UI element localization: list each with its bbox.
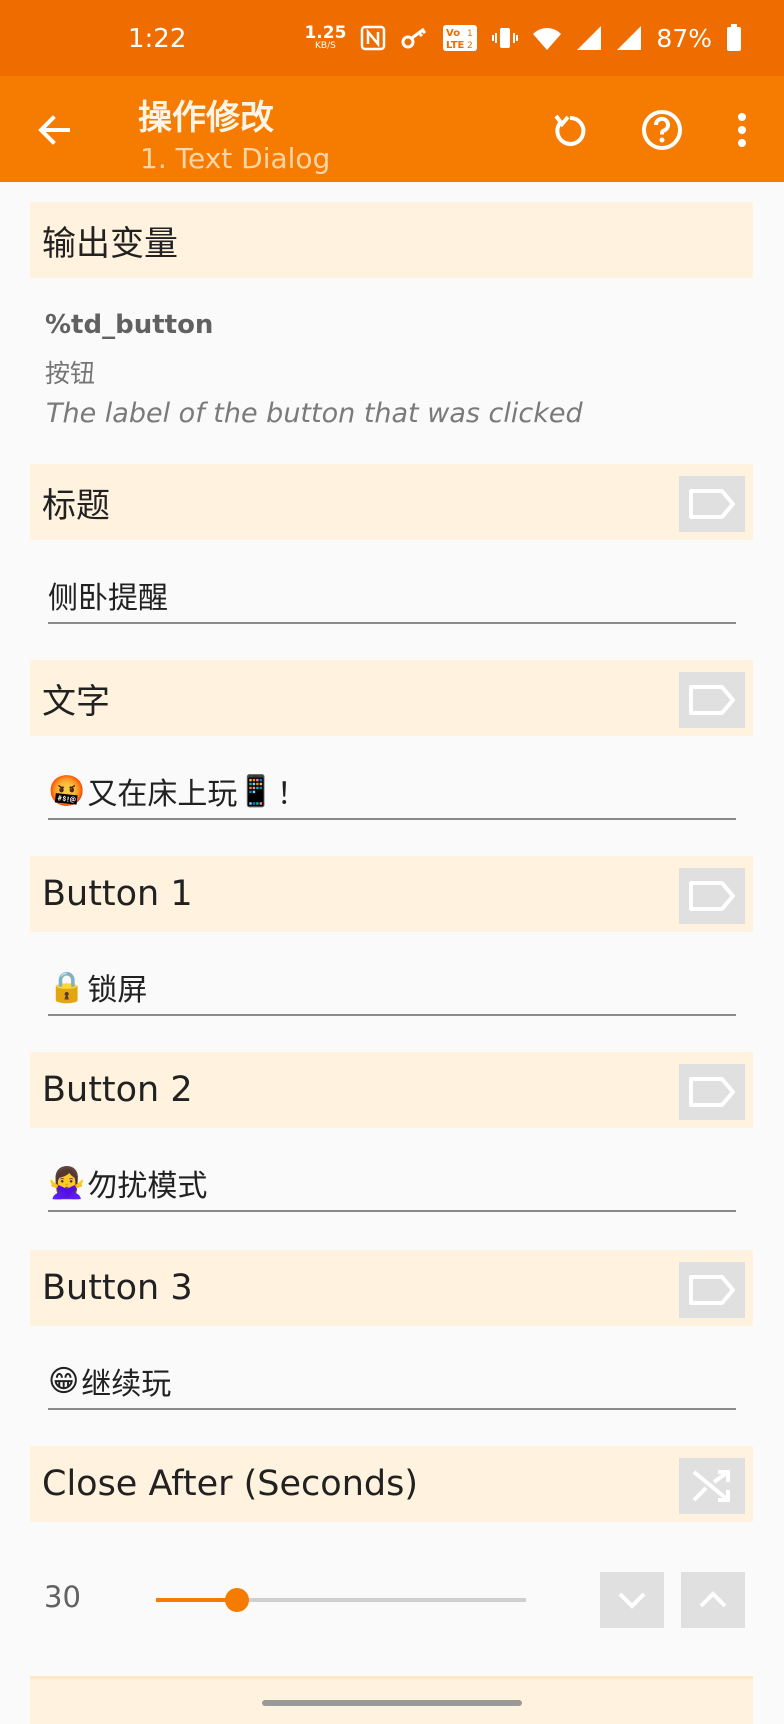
output-variables-header: 输出变量 <box>30 202 753 278</box>
volte-icon: Vo LTE 1 2 <box>442 24 478 52</box>
button2-input[interactable]: 🙅‍♀️ 勿扰模式 <box>48 1156 736 1212</box>
variable-description: The label of the button that was clicked <box>46 398 583 429</box>
button1-input-value: 锁屏 <box>87 973 148 1008</box>
button3-input[interactable]: 😁 继续玩 <box>48 1354 736 1410</box>
undo-button[interactable] <box>546 106 594 154</box>
decrement-button[interactable] <box>600 1572 664 1628</box>
mobile-phone-emoji: 📱 <box>237 773 275 809</box>
net-speed-value: 1.25 <box>304 23 347 43</box>
battery-icon <box>726 24 742 52</box>
variable-name: %td_button <box>45 310 214 340</box>
label-tag-icon <box>689 685 735 715</box>
close-after-header: Close After (Seconds) <box>30 1446 753 1522</box>
key-icon <box>400 26 428 50</box>
variable-tag-button[interactable] <box>679 1262 745 1318</box>
gesture-nav-bar[interactable] <box>262 1700 522 1706</box>
title-header: 标题 <box>30 464 753 540</box>
variable-tag-button[interactable] <box>679 1064 745 1120</box>
chevron-up-icon <box>699 1591 727 1608</box>
section-label: Button 2 <box>42 1070 193 1110</box>
variable-label: 按钮 <box>45 359 96 388</box>
more-options-button[interactable] <box>718 106 766 154</box>
battery-percent: 87% <box>656 23 712 53</box>
page-title: 操作修改 <box>138 98 274 138</box>
text-input-value: 又在床上玩 <box>87 777 238 812</box>
section-label: Button 3 <box>42 1268 193 1308</box>
back-button[interactable] <box>34 110 74 150</box>
signal-icon <box>616 25 642 51</box>
section-label: 标题 <box>42 485 110 526</box>
section-label: Button 1 <box>42 874 193 914</box>
slider-value: 30 <box>44 1580 81 1614</box>
label-tag-icon <box>689 489 735 519</box>
help-icon <box>642 110 682 150</box>
increment-button[interactable] <box>681 1572 745 1628</box>
no-gesture-emoji: 🙅‍♀️ <box>48 1165 86 1201</box>
shuffle-icon <box>692 1470 730 1502</box>
page-subtitle: 1. Text Dialog <box>140 142 331 175</box>
chevron-down-icon <box>618 1592 646 1609</box>
button2-header: Button 2 <box>30 1052 753 1128</box>
help-button[interactable] <box>638 106 686 154</box>
status-icons: 1.25 KB/S Vo LTE 1 2 87% <box>304 20 742 56</box>
button3-input-value: 继续玩 <box>81 1367 172 1402</box>
variable-tag-button[interactable] <box>679 476 745 532</box>
more-vert-icon <box>738 113 746 147</box>
button1-input[interactable]: 🔒 锁屏 <box>48 960 736 1016</box>
close-after-slider[interactable] <box>156 1588 526 1612</box>
slider-thumb[interactable] <box>225 1588 250 1612</box>
nfc-icon <box>360 25 386 51</box>
button1-header: Button 1 <box>30 856 753 932</box>
title-input[interactable]: 侧卧提醒 <box>48 568 736 624</box>
variable-tag-button[interactable] <box>679 672 745 728</box>
status-bar: 1:22 1.25 KB/S Vo LTE 1 2 87% <box>0 0 784 76</box>
status-time: 1:22 <box>128 24 187 54</box>
net-speed: 1.25 KB/S <box>304 25 346 51</box>
app-bar: 操作修改 1. Text Dialog <box>0 76 784 182</box>
text-input-suffix: ！ <box>276 777 307 812</box>
title-input-value: 侧卧提醒 <box>48 581 168 616</box>
wifi-icon <box>532 25 562 51</box>
button3-header: Button 3 <box>30 1250 753 1326</box>
variable-tag-button[interactable] <box>679 868 745 924</box>
button2-input-value: 勿扰模式 <box>87 1169 208 1204</box>
lock-emoji: 🔒 <box>48 969 86 1005</box>
text-header: 文字 <box>30 660 753 736</box>
grinning-face-emoji: 😁 <box>48 1363 80 1399</box>
section-label: Close After (Seconds) <box>42 1464 418 1504</box>
back-arrow-icon <box>38 115 70 145</box>
svg-text:1: 1 <box>467 29 473 39</box>
label-tag-icon <box>689 1077 735 1107</box>
text-input[interactable]: 🤬 又在床上玩 📱！ <box>48 764 736 820</box>
label-tag-icon <box>689 881 735 911</box>
signal-icon <box>576 25 602 51</box>
vibrate-icon <box>492 25 519 51</box>
section-label: 文字 <box>42 681 110 722</box>
shuffle-button[interactable] <box>679 1458 745 1514</box>
svg-text:LTE: LTE <box>446 40 465 51</box>
label-tag-icon <box>689 1275 735 1305</box>
cursing-face-emoji: 🤬 <box>48 773 86 809</box>
svg-text:Vo: Vo <box>446 28 460 39</box>
undo-icon <box>554 114 586 146</box>
section-label: 输出变量 <box>42 223 178 264</box>
svg-text:2: 2 <box>467 41 473 51</box>
net-speed-unit: KB/S <box>315 41 336 51</box>
